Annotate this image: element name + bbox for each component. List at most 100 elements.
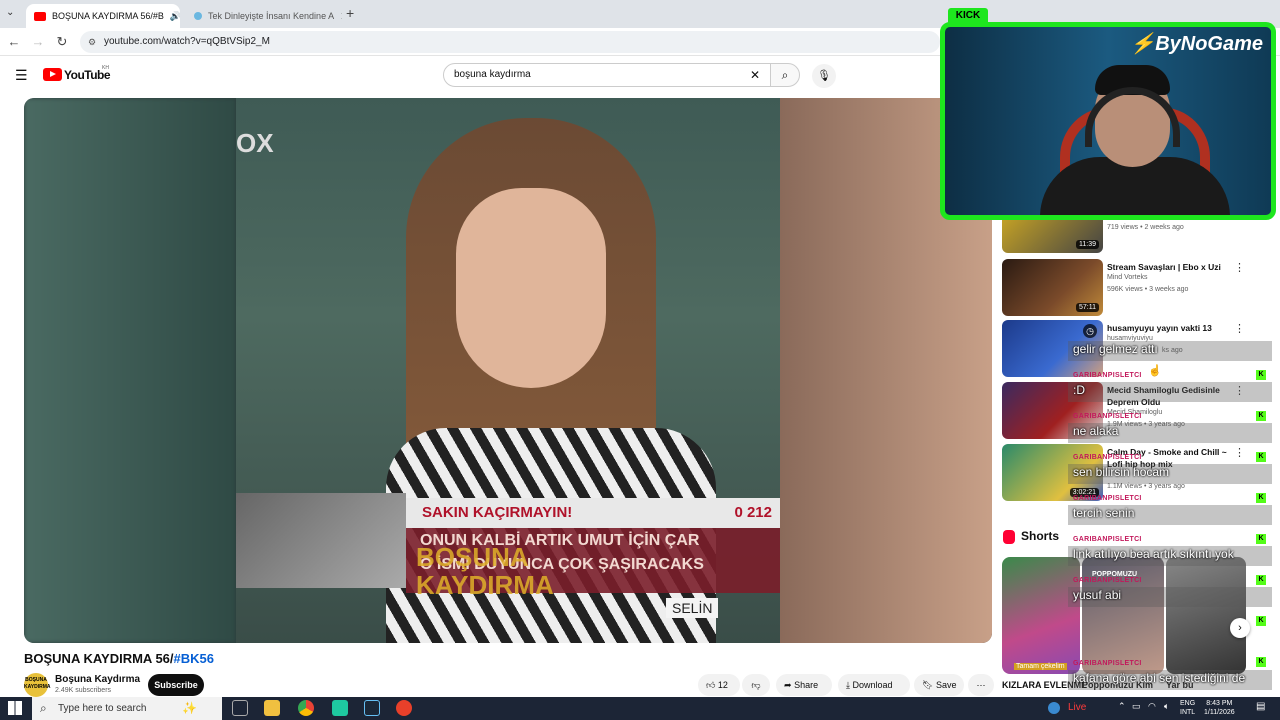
video-thumbnail[interactable]: 57:11 — [1002, 259, 1103, 316]
menu-icon[interactable]: ☰ — [15, 67, 28, 84]
more-icon[interactable]: ⋮ — [1234, 322, 1245, 335]
kick-badge-icon: K — [1256, 616, 1266, 626]
app-icon[interactable] — [332, 700, 348, 716]
clock[interactable]: 8:43 PM 1/11/2026 — [1204, 699, 1235, 717]
file-explorer-icon[interactable] — [264, 700, 280, 716]
share-label: Share — [794, 680, 819, 690]
back-icon[interactable]: ← — [6, 34, 22, 49]
taskbar-search-placeholder: Type here to search — [58, 703, 147, 714]
language-bottom: INTL — [1180, 709, 1196, 716]
steam-icon[interactable] — [364, 700, 380, 716]
speaker-icon[interactable]: 🔊 — [170, 11, 180, 22]
tab-second[interactable]: Tek Dinleyişte İnsanı Kendine A ✕ — [186, 4, 342, 28]
video-title-text: BOŞUNA KAYDIRMA 56/ — [24, 651, 174, 666]
chat-username: GARIBANPISLETCI — [1073, 577, 1142, 584]
hashtag-link[interactable]: #BK56 — [174, 651, 214, 666]
kick-badge-icon: K — [1256, 575, 1266, 585]
more-icon[interactable]: ⋮ — [1234, 261, 1245, 274]
bynogame-logo-icon: ⚡ — [1130, 33, 1156, 55]
video-meta: 596K views • 3 weeks ago — [1107, 286, 1189, 293]
microphone-icon: 🎙 — [817, 70, 831, 82]
youtube-favicon-icon — [34, 11, 46, 21]
more-icon[interactable]: ⋮ — [1234, 446, 1245, 459]
duration-badge: 11:39 — [1076, 240, 1099, 249]
site-info-icon[interactable]: ⚙ — [88, 31, 96, 53]
like-button[interactable]: 👍︎ 12 — [698, 674, 740, 696]
watch-later-icon[interactable]: ◷ — [1083, 324, 1097, 338]
tab-title: BOŞUNA KAYDIRMA 56/#B — [52, 11, 164, 21]
taskbar-search[interactable]: ⌕ Type here to search ✨ — [32, 697, 222, 720]
short-thumbnail[interactable]: Tamam çekelim — [1002, 557, 1080, 674]
chrome-icon[interactable] — [298, 700, 314, 716]
shorts-next-button[interactable]: › — [1230, 618, 1250, 638]
tab-title: Tek Dinleyişte İnsanı Kendine A — [208, 11, 335, 21]
wifi-icon[interactable]: ◠ — [1148, 701, 1156, 712]
search-input[interactable]: boşuna kaydırma ✕ — [443, 63, 771, 87]
video-title: BOŞUNA KAYDIRMA 56/#BK56 — [24, 651, 214, 666]
share-button[interactable]: ➦ Share — [776, 674, 832, 696]
video-player[interactable]: OX SAKIN KAÇIRMAYIN! 0 212 ONUN KALBİ AR… — [24, 98, 992, 643]
more-actions-button[interactable]: ⋯ — [968, 674, 994, 696]
show-logo-line-1: BOŞUNA — [416, 542, 529, 572]
subscribe-button[interactable]: Subscribe — [148, 674, 204, 696]
video-title[interactable]: husamyuyu yayın vakti 13 — [1107, 322, 1232, 334]
short-thumbnail[interactable] — [1166, 557, 1246, 674]
close-tab-icon[interactable]: ✕ — [340, 10, 342, 23]
chat-message: :D — [1073, 383, 1085, 397]
start-icon[interactable] — [8, 701, 22, 715]
kick-badge-icon: K — [1256, 411, 1266, 421]
chat-message: sen bilirsin hocam — [1073, 465, 1170, 479]
download-button[interactable]: ⤓ Download — [838, 674, 910, 696]
search-icon: ⌕ — [781, 68, 789, 82]
like-count: 12 — [717, 680, 728, 690]
language-top: ENG — [1180, 700, 1196, 707]
short-thumbnail[interactable]: POPPOMUZU — [1082, 557, 1164, 674]
kick-badge-icon: K — [1256, 493, 1266, 503]
banner-number: 0 212 — [734, 504, 772, 521]
weather-icon[interactable] — [1048, 702, 1060, 714]
obs-icon[interactable] — [396, 700, 412, 716]
language-indicator[interactable]: ENG INTL — [1180, 699, 1195, 717]
voice-search-button[interactable]: 🎙 — [812, 64, 836, 88]
chat-username: GARIBANPISLETCI — [1073, 454, 1142, 461]
network-icon[interactable]: ▭ — [1132, 701, 1141, 712]
notifications-icon[interactable]: ▤ — [1256, 701, 1265, 712]
show-logo-line-2: KAYDIRMA — [416, 570, 554, 600]
chat-message: link atılıyo bea artık sıkıntı yok — [1073, 547, 1234, 561]
brand-logo: ⚡ByNoGame — [1130, 31, 1263, 56]
search-button[interactable]: ⌕ — [770, 63, 800, 87]
video-title[interactable]: Stream Savaşları | Ebo x Uzi — [1107, 261, 1232, 273]
chat-username: GARIBANPISLETCI — [1073, 495, 1142, 502]
chevron-right-icon: › — [1238, 622, 1242, 634]
dislike-button[interactable]: 👎︎ — [742, 674, 770, 696]
webcam-overlay: ⚡ByNoGame — [940, 22, 1276, 220]
channel-name[interactable]: Boşuna Kaydırma — [55, 674, 140, 685]
chat-message: gelir gelmez attı — [1073, 342, 1158, 356]
youtube-logo-icon[interactable] — [43, 68, 62, 81]
tab-search-icon[interactable]: ⌄ — [6, 7, 14, 18]
tray-chevron-icon[interactable]: ⌃ — [1118, 701, 1126, 712]
url-text: youtube.com/watch?v=qQBtVSip2_M — [104, 36, 270, 47]
video-frame: OX SAKIN KAÇIRMAYIN! 0 212 ONUN KALBİ AR… — [236, 98, 780, 643]
save-label: Save — [935, 680, 957, 690]
save-button[interactable]: 🔖︎ Save — [914, 674, 964, 696]
new-tab-icon[interactable]: + — [346, 5, 354, 21]
reload-icon[interactable]: ↻ — [54, 34, 70, 50]
channel-avatar[interactable]: BOŞUNA KAYDIRMA — [24, 673, 50, 697]
show-logo: BOŞUNA KAYDIRMA — [416, 543, 554, 599]
volume-icon[interactable]: 🔈︎ — [1164, 701, 1169, 712]
clear-search-icon[interactable]: ✕ — [750, 64, 760, 86]
recommended-video[interactable]: 57:11 Stream Savaşları | Ebo x Uzi Mind … — [1002, 259, 1272, 317]
presenter-face — [456, 188, 606, 388]
chat-message: ne alaka — [1073, 424, 1119, 438]
forward-icon[interactable]: → — [30, 34, 46, 49]
task-view-icon[interactable] — [232, 700, 248, 716]
video-channel[interactable]: Mind Vorteks — [1107, 274, 1147, 281]
live-label[interactable]: Live — [1068, 702, 1086, 713]
video-meta: 719 views • 2 weeks ago — [1107, 224, 1184, 231]
brand-text: ByNoGame — [1155, 33, 1263, 55]
tab-youtube[interactable]: BOŞUNA KAYDIRMA 56/#B 🔊 ✕ — [26, 4, 180, 28]
url-field[interactable]: ⚙ youtube.com/watch?v=qQBtVSip2_M — [80, 31, 940, 53]
kick-badge-icon: K — [1256, 370, 1266, 380]
channel-subscribers: 2.49K subscribers — [55, 687, 112, 694]
